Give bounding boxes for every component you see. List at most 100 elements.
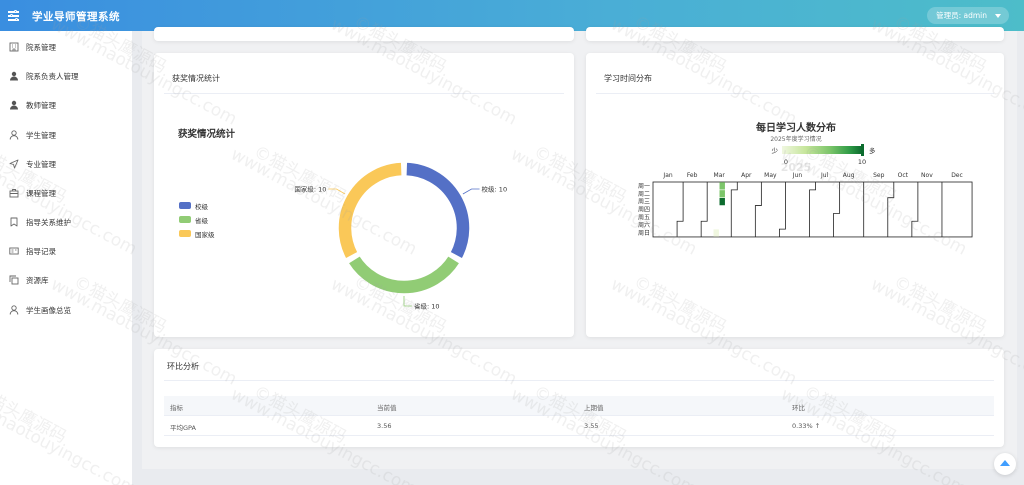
sidebar-item-teacher[interactable]: 教师管理: [0, 94, 132, 116]
sidebar-item-student-profile[interactable]: 学生画像总览: [0, 299, 132, 321]
sidebar-item-course[interactable]: 课程管理: [0, 182, 132, 204]
sidebar-item-dept-head[interactable]: 院系负责人管理: [0, 65, 132, 87]
chart-title: 获奖情况统计: [178, 129, 236, 140]
award-card: 获奖情况统计 获奖情况统计 校级 省级 国家级 校级: 10 省级: 10 国家级:…: [154, 53, 574, 337]
legend-swatch: [179, 216, 191, 223]
calendar-heatmap: 2025 每日学习人数分布 2025年度学习情况 少 多 0 10 Jan Feb…: [638, 121, 973, 238]
sidebar-item-label: 专业管理: [26, 159, 56, 169]
heatmap-subtitle: 2025年度学习情况: [770, 135, 821, 143]
month-label: Jul: [820, 172, 829, 179]
study-time-card: 学习时间分布 2025 每日学习人数分布 2025年度学习情况 少 多 0 10…: [586, 53, 1004, 337]
sidebar-item-guidance-record[interactable]: 指导记录: [0, 240, 132, 262]
donut-chart: 校级: 10 省级: 10 国家级: 10: [294, 161, 508, 311]
heatmap-cell[interactable]: [713, 229, 719, 237]
sidebar-item-label: 院系管理: [26, 42, 56, 52]
month-label: Apr: [741, 172, 752, 179]
card-stub-left: [154, 27, 574, 41]
weekday-label: 周三: [638, 199, 650, 206]
user-outline-icon: [9, 130, 19, 140]
month-label: May: [764, 172, 777, 179]
visual-map-min: 0: [784, 158, 788, 166]
card-stub-right: [586, 27, 1004, 41]
slice-label-line: [328, 188, 346, 195]
sidebar-item-label: 资源库: [26, 275, 49, 285]
legend-swatch: [179, 202, 191, 209]
id-card-icon: [9, 247, 19, 255]
user-icon: [10, 100, 18, 110]
weekday-label: 周四: [638, 206, 650, 213]
back-to-top-button[interactable]: [994, 453, 1016, 475]
month-label: Feb: [687, 172, 698, 179]
column-header: 环比: [792, 404, 805, 412]
weekday-label: 周五: [638, 214, 650, 221]
sidebar-item-label: 院系负责人管理: [26, 71, 79, 81]
month-label: Aug: [843, 172, 855, 179]
month-label: Jun: [792, 172, 803, 179]
weekday-label: 周六: [638, 221, 650, 229]
caret-down-icon: [995, 14, 1001, 18]
bookmark-icon: [10, 217, 18, 227]
sidebar-item-label: 学生画像总览: [26, 305, 71, 315]
arrow-up-icon: [1000, 460, 1010, 466]
month-label: Mar: [714, 172, 726, 179]
sidebar-item-resource[interactable]: 资源库: [0, 269, 132, 291]
visual-map-high-label: 多: [869, 146, 876, 155]
sidebar-item-label: 教师管理: [26, 100, 56, 110]
month-label: Jan: [662, 172, 672, 179]
mom-table: 指标 当前值 上期值 环比 平均GPA 3.56 3.55 0.33% ↑: [164, 396, 994, 436]
main-content[interactable]: 获奖情况统计 获奖情况统计 校级 省级 国家级 校级: 10 省级: 10 国家级:…: [132, 27, 1024, 485]
column-header: 上期值: [584, 404, 604, 412]
card-title: 环比分析: [167, 362, 199, 371]
content-panel: 获奖情况统计 获奖情况统计 校级 省级 国家级 校级: 10 省级: 10 国家级:…: [142, 27, 1017, 469]
column-header: 指标: [170, 404, 183, 412]
visual-map-low-label: 少: [772, 147, 779, 155]
weekday-label: 周二: [638, 191, 650, 198]
month-label: Dec: [951, 172, 963, 179]
send-icon: [9, 159, 19, 169]
visual-map-max: 10: [858, 158, 866, 166]
visual-map-handle[interactable]: [861, 144, 864, 156]
copy-icon: [9, 275, 19, 285]
table-row[interactable]: 平均GPA 3.56 3.55 0.33% ↑: [164, 416, 994, 436]
user-icon: [10, 71, 18, 81]
sidebar-item-label: 指导关系维护: [26, 217, 71, 227]
user-label: 管理员: admin: [936, 11, 987, 20]
legend-label: 省级: [195, 217, 208, 225]
slice-label-line: [462, 188, 480, 195]
sidebar-item-department[interactable]: 院系管理: [0, 36, 132, 58]
cell-metric: 平均GPA: [170, 424, 196, 432]
cell-current: 3.56: [377, 422, 392, 430]
user-menu[interactable]: 管理员: admin: [927, 7, 1009, 24]
menu-toggle-icon[interactable]: [8, 9, 21, 22]
card-title: 学习时间分布: [604, 74, 652, 83]
donut-slice[interactable]: [337, 161, 403, 260]
column-header: 当前值: [377, 404, 397, 412]
card-divider: [164, 93, 564, 94]
heatmap-cell[interactable]: [719, 190, 725, 198]
cell-change: 0.33% ↑: [792, 422, 821, 430]
building-icon: [9, 42, 19, 52]
donut-slice[interactable]: [405, 161, 471, 260]
sidebar-item-major[interactable]: 专业管理: [0, 153, 132, 175]
cell-previous: 3.55: [584, 422, 599, 430]
legend-label: 校级: [195, 203, 208, 211]
visual-map-gradient[interactable]: [782, 146, 862, 154]
heatmap-cell[interactable]: [719, 182, 725, 190]
legend-label: 国家级: [195, 231, 215, 239]
legend-swatch: [179, 230, 191, 237]
sidebar-item-guidance-relation[interactable]: 指导关系维护: [0, 211, 132, 233]
sidebar-item-label: 学生管理: [26, 130, 56, 140]
weekday-label: 周日: [638, 230, 650, 237]
donut-slice[interactable]: [347, 254, 461, 295]
heatmap-cell[interactable]: [719, 198, 725, 206]
slice-label-line: [403, 296, 412, 307]
heatmap-title: 每日学习人数分布: [756, 121, 836, 134]
sidebar-item-label: 指导记录: [26, 246, 56, 256]
month-label: Oct: [898, 172, 909, 179]
mom-analysis-card: 环比分析 指标 当前值 上期值 环比 平均GPA 3.56 3.55 0.33%…: [154, 349, 1004, 447]
card-divider: [596, 93, 994, 94]
user-outline-icon: [9, 305, 19, 315]
slice-label: 校级: 10: [482, 185, 508, 194]
sidebar-item-student[interactable]: 学生管理: [0, 124, 132, 146]
month-label: Sep: [873, 172, 885, 179]
